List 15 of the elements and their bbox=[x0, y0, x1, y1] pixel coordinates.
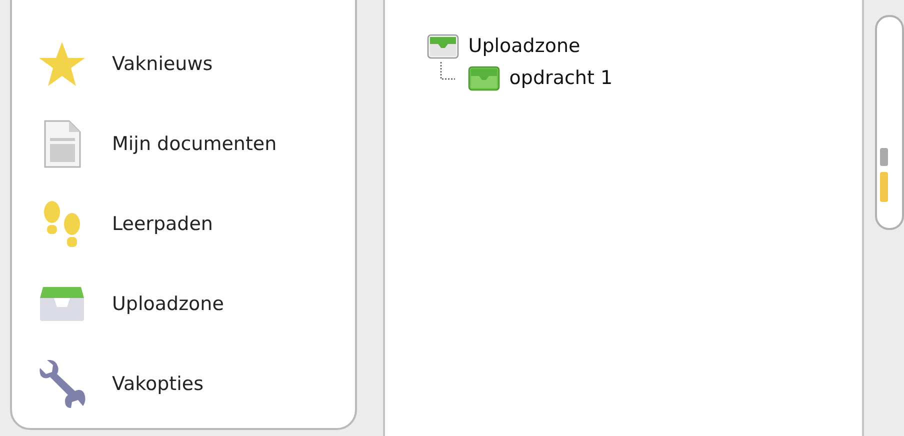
sidebar-item[interactable]: Uploadzone bbox=[112, 293, 224, 315]
wrench-icon bbox=[38, 360, 86, 408]
sidebar-item[interactable]: Vakopties bbox=[112, 373, 204, 395]
document-icon bbox=[44, 120, 80, 168]
sidebar-item[interactable]: Leerpaden bbox=[112, 213, 213, 235]
sidebar-item[interactable]: Mijn documenten bbox=[112, 133, 277, 155]
tree-connector bbox=[440, 62, 456, 82]
tree-item[interactable]: opdracht 1 bbox=[509, 67, 613, 89]
inbox-icon bbox=[468, 66, 500, 90]
inbox-icon bbox=[39, 286, 85, 322]
inbox-icon bbox=[427, 34, 460, 58]
sidebar-item[interactable]: Vaknieuws bbox=[112, 53, 213, 75]
footprints-icon bbox=[43, 200, 81, 248]
star-icon bbox=[38, 41, 86, 87]
tree-item[interactable]: Uploadzone bbox=[468, 35, 580, 57]
